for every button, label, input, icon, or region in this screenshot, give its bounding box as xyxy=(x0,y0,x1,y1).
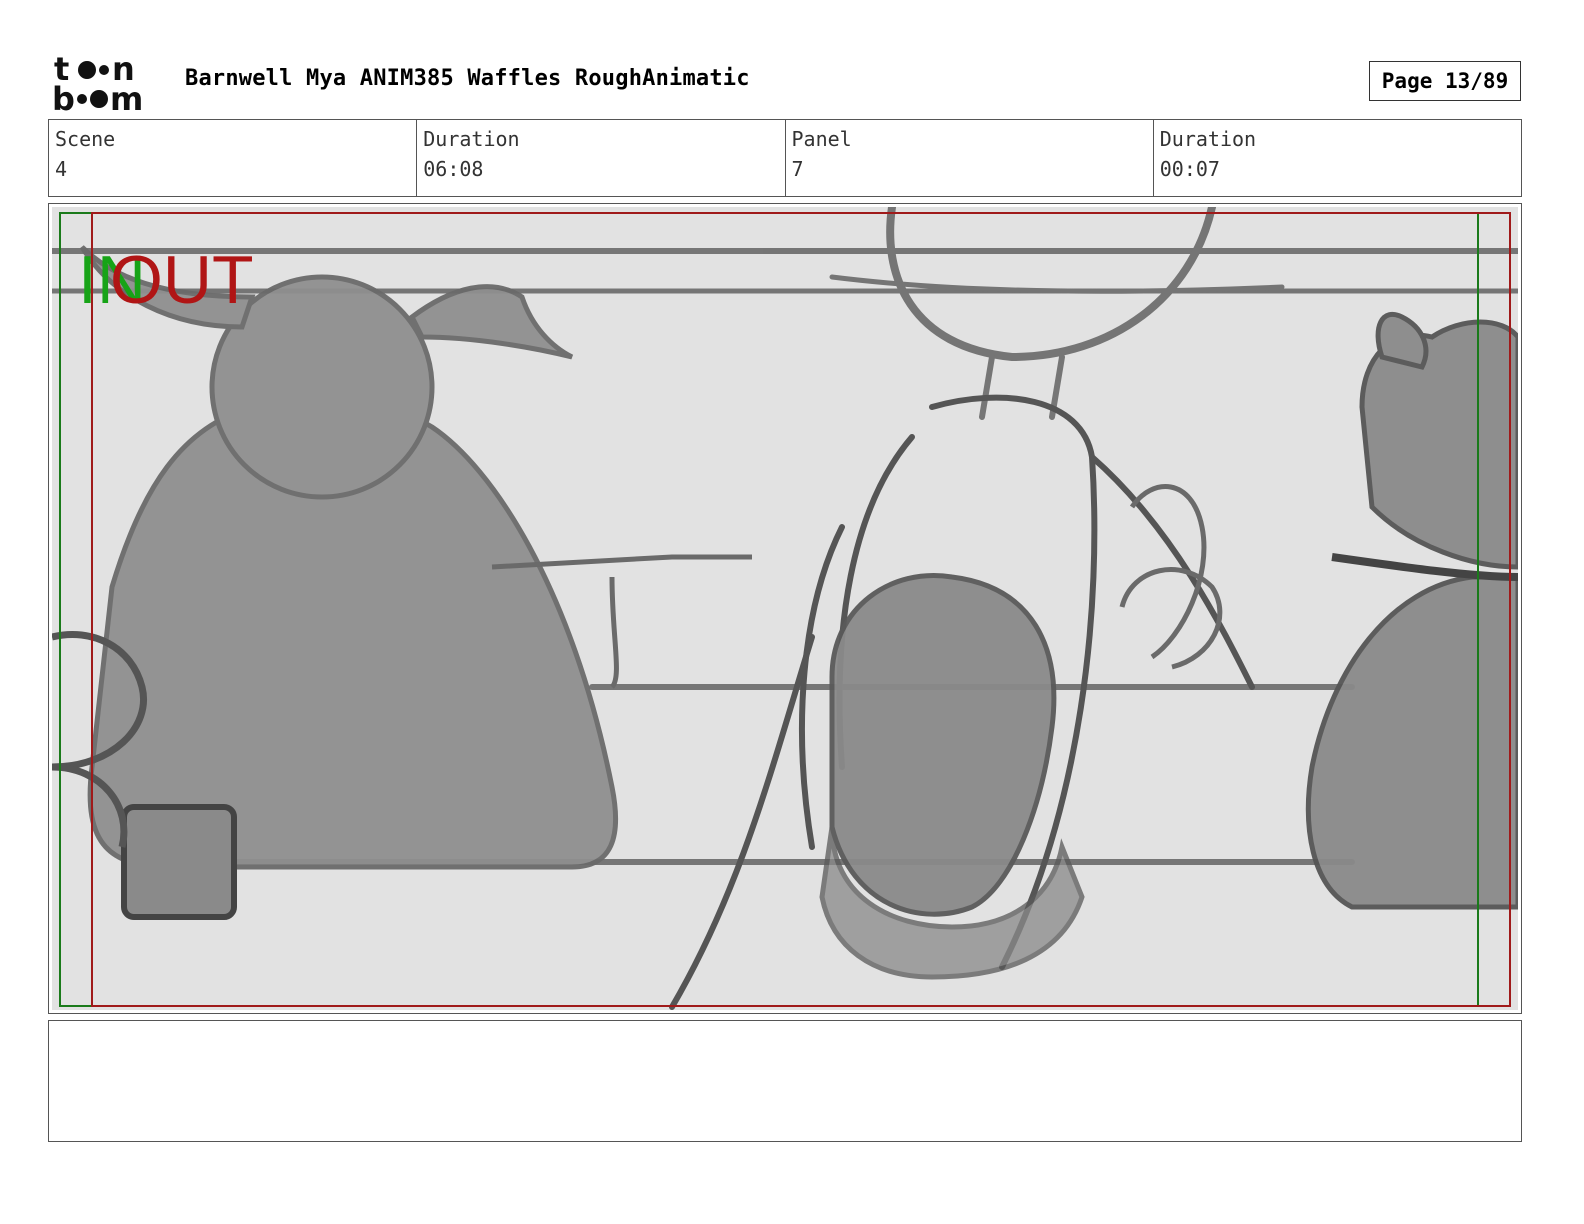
svg-text:b: b xyxy=(52,80,75,112)
scene-duration-label: Duration xyxy=(423,127,520,151)
scene-duration-value: 06:08 xyxy=(423,157,484,181)
panel-cell: Panel 7 xyxy=(786,120,1154,196)
panel-notes xyxy=(48,1020,1522,1142)
scene-duration-cell: Duration 06:08 xyxy=(417,120,786,196)
storyboard-sketch: IN OUT xyxy=(52,207,1518,1010)
document-title: Barnwell Mya ANIM385 Waffles RoughAnimat… xyxy=(185,66,750,91)
svg-text:m: m xyxy=(110,80,143,112)
scene-value: 4 xyxy=(55,157,68,181)
out-marker: OUT xyxy=(110,242,254,318)
panel-duration-cell: Duration 00:07 xyxy=(1154,120,1521,196)
scene-cell: Scene 4 xyxy=(49,120,418,196)
panel-label: Panel xyxy=(791,127,852,151)
page-indicator: Page 13/89 xyxy=(1369,61,1521,101)
panel-duration-label: Duration xyxy=(1159,127,1257,151)
scene-label: Scene xyxy=(55,127,116,151)
panel-value: 7 xyxy=(791,157,804,181)
toon-boom-logo: t n b m xyxy=(52,50,164,118)
panel-frame: IN OUT xyxy=(48,203,1522,1014)
page-number: Page 13/89 xyxy=(1381,69,1509,93)
panel-duration-value: 00:07 xyxy=(1159,157,1220,181)
info-strip: Scene 4 Duration 06:08 Panel 7 Duration … xyxy=(48,119,1522,197)
